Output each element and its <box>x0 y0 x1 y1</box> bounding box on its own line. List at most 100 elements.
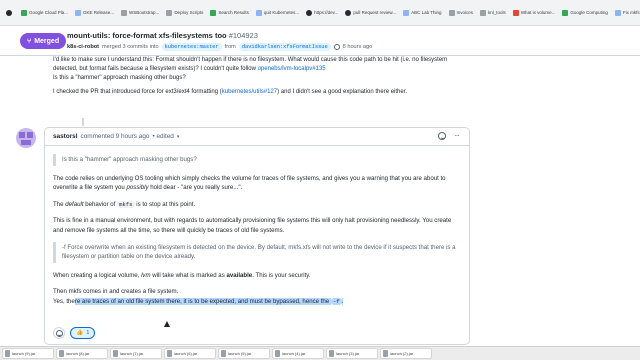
bookmark-label: Search Results <box>218 10 249 15</box>
bookmark-item[interactable]: pull Request review... <box>343 6 398 20</box>
bookmark-favicon-icon <box>512 9 519 16</box>
download-filename: launch (2).jar <box>390 351 414 356</box>
pr-title-text[interactable]: mount-utils: force-format xfs-filesystem… <box>67 31 227 40</box>
bookmark-item[interactable]: https://dev... <box>304 6 340 20</box>
comment-meta[interactable]: commented 9 hours ago <box>81 133 150 140</box>
bookmark-item[interactable]: Invoices <box>447 6 476 20</box>
thumbs-up-reaction[interactable]: 👍 1 <box>70 327 96 339</box>
bookmark-item[interactable]: ABC Lab Thing <box>401 6 443 20</box>
reaction-count: 1 <box>86 330 90 336</box>
reactions-bar: 👍 1 <box>53 327 96 339</box>
download-filename: launch (4).jar <box>282 351 306 356</box>
download-item[interactable]: launch (2).jar <box>380 348 432 359</box>
add-reaction-icon[interactable] <box>438 132 446 140</box>
para6-line1: Then mkfs comes in and creates a file sy… <box>53 288 179 296</box>
previous-comment-para1: I'd like to make sure I understand this:… <box>53 56 473 83</box>
bookmarks-bar: Google Cloud Pla... GKE Release... WSBoots… <box>0 0 640 26</box>
bookmark-label: knl_tools <box>488 10 506 15</box>
previous-comment-para2: I checked the PR that introduced force f… <box>53 88 473 97</box>
comment-para2: The default behavior of mkfs is to stop … <box>53 200 461 209</box>
download-item[interactable]: launch (9).jar <box>2 348 54 359</box>
bookmark-item[interactable]: quit Kubernetes... <box>254 6 301 20</box>
comment-header: sastorsl commented 9 hours ago • edited … <box>45 128 469 146</box>
bookmark-item[interactable]: Deploy Scripts <box>164 6 205 20</box>
file-icon <box>5 350 10 357</box>
bookmark-label: Fix mkfs... <box>622 10 640 15</box>
add-reaction-button[interactable] <box>53 327 65 339</box>
kubernetes-utils-link[interactable]: kubernetes/utils#127 <box>222 89 277 95</box>
para2-text: The <box>53 200 64 208</box>
comment-body: Is this a "hammer" approach masking othe… <box>45 146 469 306</box>
bookmark-favicon-icon <box>403 9 410 16</box>
bookmark-item[interactable]: knl_tools <box>478 6 508 20</box>
para5-text: When creating a logical volume, <box>53 271 140 279</box>
timeline-connector <box>82 118 84 126</box>
bookmark-label: WSBootstrap... <box>129 10 160 15</box>
mkfs-man-quote: -f Force overwrite when an existing file… <box>53 242 461 263</box>
bookmark-label: Deploy Scripts <box>174 10 204 15</box>
merged-status-badge: ⑂ Merged <box>20 33 67 49</box>
bookmark-item[interactable]: Fix mkfs... <box>613 6 640 20</box>
bookmark-item[interactable] <box>4 6 16 20</box>
download-item[interactable]: launch (4).jar <box>272 348 324 359</box>
openebs-issue-link[interactable]: openebs/lvm-localpv#135 <box>258 66 326 72</box>
para5-text3: . This is your security. <box>252 271 311 279</box>
prev-para2-start: I checked the PR that introduced force f… <box>53 89 222 95</box>
bookmark-favicon-icon <box>614 9 621 16</box>
bookmark-label: GKE Release... <box>83 10 115 15</box>
comment-para6: Then mkfs comes in and creates a file sy… <box>53 287 461 306</box>
comment-box: sastorsl commented 9 hours ago • edited … <box>44 127 470 345</box>
download-item[interactable]: launch (5).jar <box>218 348 270 359</box>
bookmark-item[interactable]: WSBootstrap... <box>119 6 161 20</box>
copy-icon[interactable] <box>333 44 340 50</box>
merge-time: 8 hours ago <box>342 44 373 50</box>
bookmark-item[interactable]: Google Computing <box>560 6 610 20</box>
mouse-cursor-icon <box>164 321 170 327</box>
bookmark-favicon-icon <box>306 9 313 16</box>
pr-author-link[interactable]: k8s-ci-robot <box>67 44 99 50</box>
pr-merge-info: k8s-ci-robot merged 3 commits into kuber… <box>67 43 372 51</box>
base-branch[interactable]: kubernetes:master <box>161 43 222 51</box>
file-icon <box>113 350 118 357</box>
comment-edited[interactable]: • edited <box>152 133 173 140</box>
comment-para1: The code relies on underlying OS tooling… <box>53 175 446 192</box>
prev-para2-end: ) and I didn't see a good explanation th… <box>277 89 408 95</box>
para6-start: Yes, the <box>53 297 75 305</box>
download-filename: launch (9).jar <box>12 351 36 356</box>
download-filename: launch (5).jar <box>228 351 252 356</box>
download-item[interactable]: launch (8).jar <box>56 348 108 359</box>
prev-line3: Is this a "hammer" approach masking othe… <box>53 75 186 81</box>
bookmark-favicon-icon <box>448 9 455 16</box>
bookmark-item[interactable]: GKE Release... <box>73 6 116 20</box>
file-icon <box>275 350 280 357</box>
download-filename: launch (8).jar <box>66 351 90 356</box>
chevron-down-icon[interactable]: ▾ <box>177 134 180 140</box>
download-item[interactable]: launch (3).jar <box>326 348 378 359</box>
bookmark-favicon-icon <box>121 9 128 16</box>
bookmark-favicon-icon <box>255 9 262 16</box>
bookmark-label: Google Computing <box>570 10 608 15</box>
bookmark-favicon-icon <box>21 9 27 16</box>
file-icon <box>383 350 388 357</box>
comment-author[interactable]: sastorsl <box>53 133 78 140</box>
kebab-menu-icon[interactable]: ··· <box>454 132 460 140</box>
bookmark-label: Invoices <box>456 10 474 15</box>
bookmark-label: https://dev... <box>314 10 339 15</box>
download-filename: launch (3).jar <box>336 351 360 356</box>
para6-end: . <box>341 297 344 305</box>
bookmark-item[interactable]: Google Cloud Pla... <box>19 6 70 20</box>
downloads-bar: launch (9).jar launch (8).jar launch (7).j… <box>0 346 640 360</box>
bookmark-label: What is volume... <box>520 10 556 15</box>
bookmark-item[interactable]: What is volume... <box>511 6 558 20</box>
head-branch[interactable]: davidkarlsen:xfsFormatIssue <box>238 43 331 51</box>
pr-title[interactable]: mount-utils: force-format xfs-filesystem… <box>67 31 258 40</box>
download-item[interactable]: launch (7).jar <box>110 348 162 359</box>
download-item[interactable]: launch (6).jar <box>164 348 216 359</box>
avatar[interactable] <box>16 128 36 148</box>
file-icon <box>329 350 334 357</box>
bookmark-item[interactable]: Search Results <box>208 6 251 20</box>
pr-header: ⑂ Merged mount-utils: force-format xfs-f… <box>0 26 640 56</box>
merged-label: Merged <box>34 37 60 45</box>
inline-code-mkfs: mkfs <box>117 200 135 208</box>
bookmark-favicon-icon <box>345 9 352 16</box>
